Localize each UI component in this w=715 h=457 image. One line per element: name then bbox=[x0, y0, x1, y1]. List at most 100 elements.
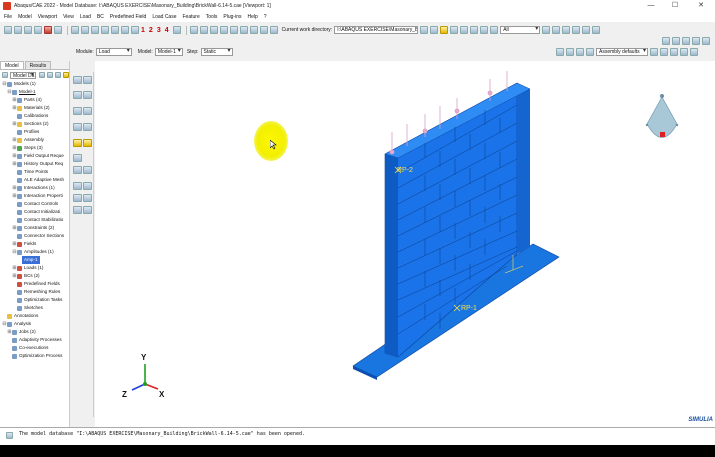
tree-item[interactable]: ⊞ History Output Req bbox=[2, 160, 69, 168]
expand-icon[interactable] bbox=[39, 72, 45, 78]
menu-load-case[interactable]: Load Case bbox=[152, 14, 176, 20]
display-group-manager-icon[interactable] bbox=[660, 48, 668, 56]
color-icon[interactable] bbox=[690, 48, 698, 56]
display-group-icon[interactable] bbox=[480, 26, 489, 34]
rotate-icon[interactable] bbox=[81, 26, 89, 34]
part-display-icon[interactable] bbox=[556, 48, 564, 56]
module-select[interactable]: Load bbox=[95, 48, 132, 56]
arrow-annotation-icon[interactable] bbox=[259, 26, 268, 34]
create-field-icon[interactable] bbox=[73, 107, 82, 115]
replay-icon[interactable] bbox=[172, 26, 181, 34]
viewport-layout-icon[interactable] bbox=[189, 26, 198, 34]
instance-display-icon[interactable] bbox=[566, 48, 574, 56]
remove-display-icon[interactable] bbox=[670, 48, 678, 56]
zoom-view-icon[interactable] bbox=[692, 37, 700, 45]
surface-manager-icon[interactable] bbox=[83, 182, 92, 190]
menu-help[interactable]: Help bbox=[248, 14, 258, 20]
step-select[interactable]: Static bbox=[200, 48, 233, 56]
minimize-button[interactable]: — bbox=[640, 0, 662, 12]
csys-icon[interactable] bbox=[73, 154, 82, 162]
message-toggle-icon[interactable] bbox=[6, 432, 13, 439]
filter-select[interactable]: All bbox=[500, 26, 541, 34]
view-compass[interactable] bbox=[645, 94, 679, 138]
triad-view-icon[interactable] bbox=[131, 26, 139, 34]
tree-item[interactable]: ⊞ Interaction Properti bbox=[2, 192, 69, 200]
pan-view-icon[interactable] bbox=[662, 37, 670, 45]
tree-item[interactable]: Contact Stabilizatio bbox=[2, 216, 69, 224]
menu-plugins[interactable]: Plug-ins bbox=[223, 14, 241, 20]
pan-icon[interactable] bbox=[71, 26, 79, 34]
set-display-icon[interactable] bbox=[576, 48, 584, 56]
set-icon[interactable] bbox=[73, 166, 82, 174]
magnify-view-icon[interactable] bbox=[682, 37, 690, 45]
tree-item[interactable]: Connector Sections bbox=[2, 232, 69, 240]
view-4-button[interactable]: 4 bbox=[165, 27, 169, 34]
tree-item[interactable]: Optimization Process bbox=[2, 352, 69, 360]
datum-csys-icon[interactable] bbox=[83, 194, 92, 202]
set-manager-icon[interactable] bbox=[83, 166, 92, 174]
text-annotation-icon[interactable] bbox=[249, 26, 258, 34]
load-case-icon[interactable] bbox=[73, 123, 82, 131]
display-options-icon[interactable] bbox=[542, 26, 551, 34]
menu-viewport[interactable]: Viewport bbox=[38, 14, 57, 20]
tree-item[interactable]: Adaptivity Processes bbox=[2, 336, 69, 344]
save-icon[interactable] bbox=[24, 26, 32, 34]
box-zoom-icon[interactable] bbox=[101, 26, 109, 34]
close-button[interactable]: ✕ bbox=[690, 0, 712, 12]
palette-icon[interactable] bbox=[269, 26, 278, 34]
view-2-button[interactable]: 2 bbox=[149, 27, 153, 34]
tree-item[interactable]: Calibrations bbox=[2, 112, 69, 120]
rotate-view-icon[interactable] bbox=[672, 37, 680, 45]
mesh-display-icon[interactable] bbox=[552, 26, 561, 34]
tab-model[interactable]: Model bbox=[0, 61, 24, 69]
tree-item[interactable]: Contact Initializati bbox=[2, 208, 69, 216]
menu-tools[interactable]: Tools bbox=[206, 14, 218, 20]
menu-model[interactable]: Model bbox=[18, 14, 32, 20]
cascade-icon[interactable] bbox=[209, 26, 218, 34]
print-icon[interactable] bbox=[34, 26, 42, 34]
tree-item[interactable]: Amp-1 bbox=[2, 256, 69, 264]
tree-item[interactable]: ⊟ Amplitudes (1) bbox=[2, 248, 69, 256]
viewport-canvas[interactable]: RP-2 RP-1 Y X Z bbox=[95, 61, 715, 427]
menu-view[interactable]: View bbox=[63, 14, 74, 20]
tree-item[interactable]: Contact Controls bbox=[2, 200, 69, 208]
show-all-icon[interactable] bbox=[680, 48, 688, 56]
tree-item[interactable]: ⊟ Analysis bbox=[2, 320, 69, 328]
open-file-icon[interactable] bbox=[14, 26, 22, 34]
maximize-button[interactable]: ☐ bbox=[664, 0, 686, 12]
model-select[interactable]: Model-1 bbox=[154, 48, 183, 56]
cwd-field[interactable]: I:\ABAQUS EXERCISE\Masonary_Building bbox=[334, 26, 419, 34]
create-load-icon[interactable] bbox=[73, 76, 82, 84]
partition-face-icon[interactable] bbox=[83, 206, 92, 214]
tree-item[interactable]: ALE Adaptive Mesh bbox=[2, 176, 69, 184]
partition-icon[interactable] bbox=[73, 206, 82, 214]
tree-item[interactable]: ⊞ Steps (3) bbox=[2, 144, 69, 152]
collapse-icon[interactable] bbox=[47, 72, 53, 78]
render-icon[interactable] bbox=[430, 26, 439, 34]
line-tool-icon[interactable] bbox=[239, 26, 248, 34]
tree-item[interactable]: Sketches bbox=[2, 304, 69, 312]
auto-fit-icon[interactable] bbox=[111, 26, 119, 34]
tree-item[interactable]: ⊞ Jobs (2) bbox=[2, 328, 69, 336]
new-file-icon[interactable] bbox=[4, 26, 12, 34]
tree-item[interactable]: ⊞ Parts (4) bbox=[2, 96, 69, 104]
menu-load[interactable]: Load bbox=[80, 14, 91, 20]
tree-item[interactable]: Time Points bbox=[2, 168, 69, 176]
layers-icon[interactable] bbox=[582, 26, 591, 34]
redo-icon[interactable] bbox=[470, 26, 479, 34]
tree-item[interactable]: Optimization Tasks bbox=[2, 296, 69, 304]
stop-icon[interactable] bbox=[44, 26, 52, 34]
sort-icon[interactable] bbox=[55, 72, 61, 78]
info-icon[interactable] bbox=[572, 26, 581, 34]
cycle-views-icon[interactable] bbox=[121, 26, 129, 34]
field-manager-icon[interactable] bbox=[83, 107, 92, 115]
display-group-create-icon[interactable] bbox=[650, 48, 658, 56]
assembly-icon[interactable] bbox=[586, 48, 594, 56]
tree-item[interactable]: Profiles bbox=[2, 128, 69, 136]
fit-view-icon[interactable] bbox=[702, 37, 710, 45]
viewport-icon[interactable] bbox=[219, 26, 228, 34]
tree-item[interactable]: Co-executions bbox=[2, 344, 69, 352]
bc-manager-icon[interactable] bbox=[83, 91, 92, 99]
load-case-manager-icon[interactable] bbox=[83, 123, 92, 131]
undo-icon[interactable] bbox=[460, 26, 469, 34]
